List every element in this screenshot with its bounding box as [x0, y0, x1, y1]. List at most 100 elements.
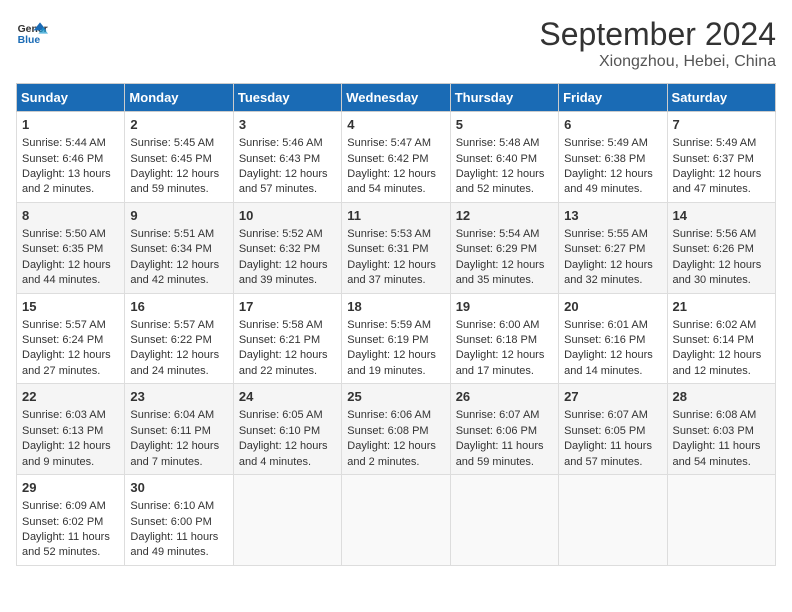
day-number: 26	[456, 388, 553, 406]
calendar-cell: 13Sunrise: 5:55 AMSunset: 6:27 PMDayligh…	[559, 202, 667, 293]
calendar-cell: 25 Sunrise: 6:06 AMSunset: 6:08 PMDayligh…	[342, 384, 450, 475]
calendar-cell	[233, 475, 341, 566]
day-number: 24	[239, 388, 336, 406]
cell-info: Sunrise: 5:47 AMSunset: 6:42 PMDaylight:…	[347, 137, 436, 195]
day-number: 7	[673, 116, 770, 134]
logo: General Blue	[16, 16, 48, 48]
calendar-cell: 1Sunrise: 5:44 AMSunset: 6:46 PMDaylight…	[17, 112, 125, 203]
day-number: 8	[22, 207, 119, 225]
calendar-row: 15 Sunrise: 5:57 AMSunset: 6:24 PMDayligh…	[17, 293, 776, 384]
calendar-cell: 15 Sunrise: 5:57 AMSunset: 6:24 PMDayligh…	[17, 293, 125, 384]
cell-info: Sunrise: 5:56 AMSunset: 6:26 PMDaylight:…	[673, 228, 762, 286]
day-number: 27	[564, 388, 661, 406]
calendar-row: 22Sunrise: 6:03 AMSunset: 6:13 PMDayligh…	[17, 384, 776, 475]
day-number: 10	[239, 207, 336, 225]
cell-info: Sunrise: 5:54 AMSunset: 6:29 PMDaylight:…	[456, 228, 545, 286]
cell-info: Sunrise: 5:44 AMSunset: 6:46 PMDaylight:…	[22, 137, 111, 195]
calendar-cell: 22Sunrise: 6:03 AMSunset: 6:13 PMDayligh…	[17, 384, 125, 475]
calendar-cell	[667, 475, 775, 566]
cell-info: Sunrise: 5:57 AMSunset: 6:22 PMDaylight:…	[130, 319, 219, 377]
page-header: General Blue September 2024 Xiongzhou, H…	[16, 16, 776, 71]
calendar-cell	[342, 475, 450, 566]
calendar-cell: 3 Sunrise: 5:46 AMSunset: 6:43 PMDaylight…	[233, 112, 341, 203]
cell-info: Sunrise: 5:55 AMSunset: 6:27 PMDaylight:…	[564, 228, 653, 286]
calendar-cell: 16 Sunrise: 5:57 AMSunset: 6:22 PMDayligh…	[125, 293, 233, 384]
calendar-cell: 24Sunrise: 6:05 AMSunset: 6:10 PMDayligh…	[233, 384, 341, 475]
cell-info: Sunrise: 6:10 AMSunset: 6:00 PMDaylight:…	[130, 500, 218, 558]
calendar-table: Sunday Monday Tuesday Wednesday Thursday…	[16, 83, 776, 566]
day-number: 19	[456, 298, 553, 316]
day-number: 28	[673, 388, 770, 406]
day-number: 21	[673, 298, 770, 316]
day-number: 29	[22, 479, 119, 497]
calendar-cell: 19 Sunrise: 6:00 AMSunset: 6:18 PMDayligh…	[450, 293, 558, 384]
cell-info: Sunrise: 5:45 AMSunset: 6:45 PMDaylight:…	[130, 137, 219, 195]
cell-info: Sunrise: 6:07 AMSunset: 6:05 PMDaylight:…	[564, 409, 652, 467]
day-number: 9	[130, 207, 227, 225]
title-area: September 2024 Xiongzhou, Hebei, China	[539, 16, 776, 71]
calendar-cell: 8 Sunrise: 5:50 AMSunset: 6:35 PMDaylight…	[17, 202, 125, 293]
day-number: 11	[347, 207, 444, 225]
calendar-cell: 21 Sunrise: 6:02 AMSunset: 6:14 PMDayligh…	[667, 293, 775, 384]
col-thursday: Thursday	[450, 84, 558, 112]
calendar-cell: 9 Sunrise: 5:51 AMSunset: 6:34 PMDaylight…	[125, 202, 233, 293]
cell-info: Sunrise: 5:57 AMSunset: 6:24 PMDaylight:…	[22, 319, 111, 377]
cell-info: Sunrise: 6:02 AMSunset: 6:14 PMDaylight:…	[673, 319, 762, 377]
calendar-cell: 5Sunrise: 5:48 AMSunset: 6:40 PMDaylight…	[450, 112, 558, 203]
day-number: 12	[456, 207, 553, 225]
page-title: September 2024	[539, 16, 776, 53]
cell-info: Sunrise: 5:50 AMSunset: 6:35 PMDaylight:…	[22, 228, 111, 286]
day-number: 20	[564, 298, 661, 316]
calendar-row: 8 Sunrise: 5:50 AMSunset: 6:35 PMDaylight…	[17, 202, 776, 293]
calendar-cell: 18 Sunrise: 5:59 AMSunset: 6:19 PMDayligh…	[342, 293, 450, 384]
calendar-cell: 14Sunrise: 5:56 AMSunset: 6:26 PMDayligh…	[667, 202, 775, 293]
day-number: 3	[239, 116, 336, 134]
calendar-body: 1Sunrise: 5:44 AMSunset: 6:46 PMDaylight…	[17, 112, 776, 566]
cell-info: Sunrise: 5:53 AMSunset: 6:31 PMDaylight:…	[347, 228, 436, 286]
day-number: 18	[347, 298, 444, 316]
col-tuesday: Tuesday	[233, 84, 341, 112]
calendar-cell: 23 Sunrise: 6:04 AMSunset: 6:11 PMDayligh…	[125, 384, 233, 475]
day-number: 22	[22, 388, 119, 406]
day-number: 16	[130, 298, 227, 316]
cell-info: Sunrise: 6:08 AMSunset: 6:03 PMDaylight:…	[673, 409, 761, 467]
col-friday: Friday	[559, 84, 667, 112]
col-wednesday: Wednesday	[342, 84, 450, 112]
logo-icon: General Blue	[16, 16, 48, 48]
day-number: 23	[130, 388, 227, 406]
cell-info: Sunrise: 6:07 AMSunset: 6:06 PMDaylight:…	[456, 409, 544, 467]
day-number: 25	[347, 388, 444, 406]
calendar-cell: 29Sunrise: 6:09 AMSunset: 6:02 PMDayligh…	[17, 475, 125, 566]
cell-info: Sunrise: 6:00 AMSunset: 6:18 PMDaylight:…	[456, 319, 545, 377]
cell-info: Sunrise: 6:06 AMSunset: 6:08 PMDaylight:…	[347, 409, 436, 467]
calendar-cell: 10Sunrise: 5:52 AMSunset: 6:32 PMDayligh…	[233, 202, 341, 293]
svg-text:Blue: Blue	[18, 35, 41, 46]
day-number: 15	[22, 298, 119, 316]
cell-info: Sunrise: 5:51 AMSunset: 6:34 PMDaylight:…	[130, 228, 219, 286]
calendar-cell: 4Sunrise: 5:47 AMSunset: 6:42 PMDaylight…	[342, 112, 450, 203]
calendar-cell: 2 Sunrise: 5:45 AMSunset: 6:45 PMDaylight…	[125, 112, 233, 203]
day-number: 17	[239, 298, 336, 316]
col-saturday: Saturday	[667, 84, 775, 112]
calendar-cell: 17 Sunrise: 5:58 AMSunset: 6:21 PMDayligh…	[233, 293, 341, 384]
cell-info: Sunrise: 5:49 AMSunset: 6:38 PMDaylight:…	[564, 137, 653, 195]
day-number: 5	[456, 116, 553, 134]
cell-info: Sunrise: 5:46 AMSunset: 6:43 PMDaylight:…	[239, 137, 328, 195]
calendar-cell: 6 Sunrise: 5:49 AMSunset: 6:38 PMDaylight…	[559, 112, 667, 203]
cell-info: Sunrise: 5:49 AMSunset: 6:37 PMDaylight:…	[673, 137, 762, 195]
calendar-row: 29Sunrise: 6:09 AMSunset: 6:02 PMDayligh…	[17, 475, 776, 566]
calendar-cell: 11 Sunrise: 5:53 AMSunset: 6:31 PMDayligh…	[342, 202, 450, 293]
calendar-cell: 30Sunrise: 6:10 AMSunset: 6:00 PMDayligh…	[125, 475, 233, 566]
day-number: 2	[130, 116, 227, 134]
page-subtitle: Xiongzhou, Hebei, China	[539, 53, 776, 71]
calendar-cell: 7 Sunrise: 5:49 AMSunset: 6:37 PMDaylight…	[667, 112, 775, 203]
cell-info: Sunrise: 5:59 AMSunset: 6:19 PMDaylight:…	[347, 319, 436, 377]
day-number: 6	[564, 116, 661, 134]
calendar-cell: 12 Sunrise: 5:54 AMSunset: 6:29 PMDayligh…	[450, 202, 558, 293]
header-row: Sunday Monday Tuesday Wednesday Thursday…	[17, 84, 776, 112]
cell-info: Sunrise: 6:04 AMSunset: 6:11 PMDaylight:…	[130, 409, 219, 467]
cell-info: Sunrise: 6:01 AMSunset: 6:16 PMDaylight:…	[564, 319, 653, 377]
cell-info: Sunrise: 5:58 AMSunset: 6:21 PMDaylight:…	[239, 319, 328, 377]
calendar-row: 1Sunrise: 5:44 AMSunset: 6:46 PMDaylight…	[17, 112, 776, 203]
col-sunday: Sunday	[17, 84, 125, 112]
